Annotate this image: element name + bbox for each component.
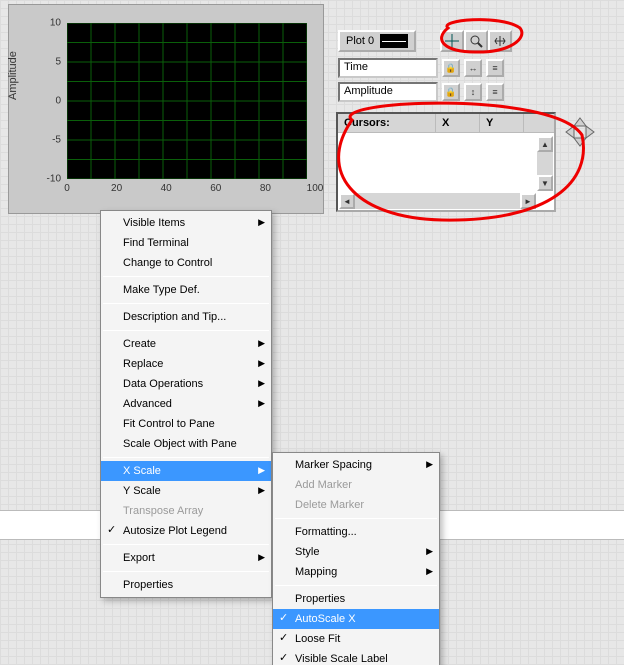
menu-scale-object-with-pane[interactable]: Scale Object with Pane xyxy=(101,434,271,454)
submenu-loose-fit[interactable]: ✓Loose Fit xyxy=(273,629,439,649)
zoom-tool[interactable] xyxy=(464,30,488,52)
submenu-mapping[interactable]: Mapping▶ xyxy=(273,562,439,582)
submenu-arrow-icon: ▶ xyxy=(426,566,433,577)
scroll-down-button[interactable]: ▼ xyxy=(537,175,553,191)
submenu-arrow-icon: ▶ xyxy=(258,358,265,369)
plot-legend[interactable]: Plot 0 xyxy=(338,30,416,52)
scroll-right-button[interactable]: ► xyxy=(520,193,536,209)
submenu-arrow-icon: ▶ xyxy=(426,459,433,470)
x-scale-row: Time 🔒 ↔ ≡ xyxy=(338,58,504,78)
waveform-graph[interactable]: Amplitude 10 5 0 -5 -10 xyxy=(8,4,324,214)
menu-find-terminal[interactable]: Find Terminal xyxy=(101,233,271,253)
scroll-left-button[interactable]: ◄ xyxy=(339,193,355,209)
x-scale-lock-button[interactable]: 🔒 xyxy=(442,59,460,77)
y-tick: 10 xyxy=(50,18,61,29)
x-scale-name-field[interactable]: Time xyxy=(338,58,438,78)
menu-fit-control-to-pane[interactable]: Fit Control to Pane xyxy=(101,414,271,434)
lock-icon: 🔒 xyxy=(445,87,456,98)
submenu-arrow-icon: ▶ xyxy=(258,398,265,409)
check-icon: ✓ xyxy=(279,611,288,624)
autoscale-y-icon: ↕ xyxy=(471,87,476,97)
submenu-formatting[interactable]: Formatting... xyxy=(273,522,439,542)
x-tick: 60 xyxy=(210,183,221,194)
y-scale-name-field[interactable]: Amplitude xyxy=(338,82,438,102)
menu-make-type-def[interactable]: Make Type Def. xyxy=(101,280,271,300)
graph-palette xyxy=(440,30,512,52)
x-tick: 80 xyxy=(260,183,271,194)
submenu-visible-scale-label[interactable]: ✓Visible Scale Label xyxy=(273,649,439,665)
x-tick: 100 xyxy=(307,183,324,194)
cursor-scrollbar-vertical[interactable]: ▲ ▼ xyxy=(537,136,553,191)
submenu-add-marker: Add Marker xyxy=(273,475,439,495)
cursor-header-y: Y xyxy=(480,114,524,132)
submenu-arrow-icon: ▶ xyxy=(258,217,265,228)
labview-front-panel: { "chart_data": { "type": "line", "serie… xyxy=(0,0,624,665)
submenu-delete-marker: Delete Marker xyxy=(273,495,439,515)
check-icon: ✓ xyxy=(279,631,288,644)
y-tick: 0 xyxy=(55,96,61,107)
plot-area[interactable] xyxy=(67,23,307,179)
pan-tool[interactable] xyxy=(488,30,512,52)
lock-icon: 🔒 xyxy=(445,63,456,74)
menu-replace[interactable]: Replace▶ xyxy=(101,354,271,374)
menu-export[interactable]: Export▶ xyxy=(101,548,271,568)
check-icon: ✓ xyxy=(107,523,116,536)
menu-advanced[interactable]: Advanced▶ xyxy=(101,394,271,414)
check-icon: ✓ xyxy=(279,651,288,664)
menu-autosize-plot-legend[interactable]: ✓Autosize Plot Legend xyxy=(101,521,271,541)
y-scale-autoscale-button[interactable]: ↕ xyxy=(464,83,482,101)
x-tick: 0 xyxy=(64,183,70,194)
submenu-arrow-icon: ▶ xyxy=(258,485,265,496)
x-axis: 0 20 40 60 80 100 xyxy=(67,181,315,201)
cursor-legend[interactable]: Cursors: X Y ▲ ▼ ◄ ► xyxy=(336,112,556,212)
menu-x-scale[interactable]: X Scale▶ xyxy=(101,461,271,481)
cursor-table-header: Cursors: X Y xyxy=(338,114,554,133)
menu-change-to-control[interactable]: Change to Control xyxy=(101,253,271,273)
cursor-header-x: X xyxy=(436,114,480,132)
y-scale-row: Amplitude 🔒 ↕ ≡ xyxy=(338,82,504,102)
y-tick: 5 xyxy=(55,57,61,68)
format-y-icon: ≡ xyxy=(492,87,497,97)
scroll-up-button[interactable]: ▲ xyxy=(537,136,553,152)
format-x-icon: ≡ xyxy=(492,63,497,73)
submenu-autoscale-x[interactable]: ✓AutoScale X xyxy=(273,609,439,629)
submenu-marker-spacing[interactable]: Marker Spacing▶ xyxy=(273,455,439,475)
legend-line-style-icon[interactable] xyxy=(380,34,408,48)
x-scale-autoscale-button[interactable]: ↔ xyxy=(464,59,482,77)
x-scale-submenu: Marker Spacing▶ Add Marker Delete Marker… xyxy=(272,452,440,665)
y-axis: 10 5 0 -5 -10 xyxy=(9,23,65,179)
cursor-header-cursors: Cursors: xyxy=(338,114,436,132)
crosshair-tool[interactable] xyxy=(440,30,464,52)
menu-y-scale[interactable]: Y Scale▶ xyxy=(101,481,271,501)
x-tick: 40 xyxy=(161,183,172,194)
y-scale-lock-button[interactable]: 🔒 xyxy=(442,83,460,101)
graph-context-menu: Visible Items▶ Find Terminal Change to C… xyxy=(100,210,272,598)
y-tick: -10 xyxy=(47,174,61,185)
submenu-arrow-icon: ▶ xyxy=(426,546,433,557)
menu-transpose-array: Transpose Array xyxy=(101,501,271,521)
y-tick: -5 xyxy=(52,135,61,146)
x-tick: 20 xyxy=(111,183,122,194)
x-scale-format-button[interactable]: ≡ xyxy=(486,59,504,77)
cursor-mover[interactable] xyxy=(564,116,596,148)
autoscale-x-icon: ↔ xyxy=(469,63,478,73)
y-scale-format-button[interactable]: ≡ xyxy=(486,83,504,101)
cursor-scrollbar-horizontal[interactable]: ◄ ► xyxy=(339,193,536,209)
submenu-arrow-icon: ▶ xyxy=(258,552,265,563)
menu-create[interactable]: Create▶ xyxy=(101,334,271,354)
menu-visible-items[interactable]: Visible Items▶ xyxy=(101,213,271,233)
menu-properties[interactable]: Properties xyxy=(101,575,271,595)
submenu-arrow-icon: ▶ xyxy=(258,378,265,389)
submenu-arrow-icon: ▶ xyxy=(258,338,265,349)
menu-data-operations[interactable]: Data Operations▶ xyxy=(101,374,271,394)
submenu-style[interactable]: Style▶ xyxy=(273,542,439,562)
legend-plot0-label: Plot 0 xyxy=(346,35,374,47)
submenu-arrow-icon: ▶ xyxy=(258,465,265,476)
menu-description-and-tip[interactable]: Description and Tip... xyxy=(101,307,271,327)
submenu-properties[interactable]: Properties xyxy=(273,589,439,609)
